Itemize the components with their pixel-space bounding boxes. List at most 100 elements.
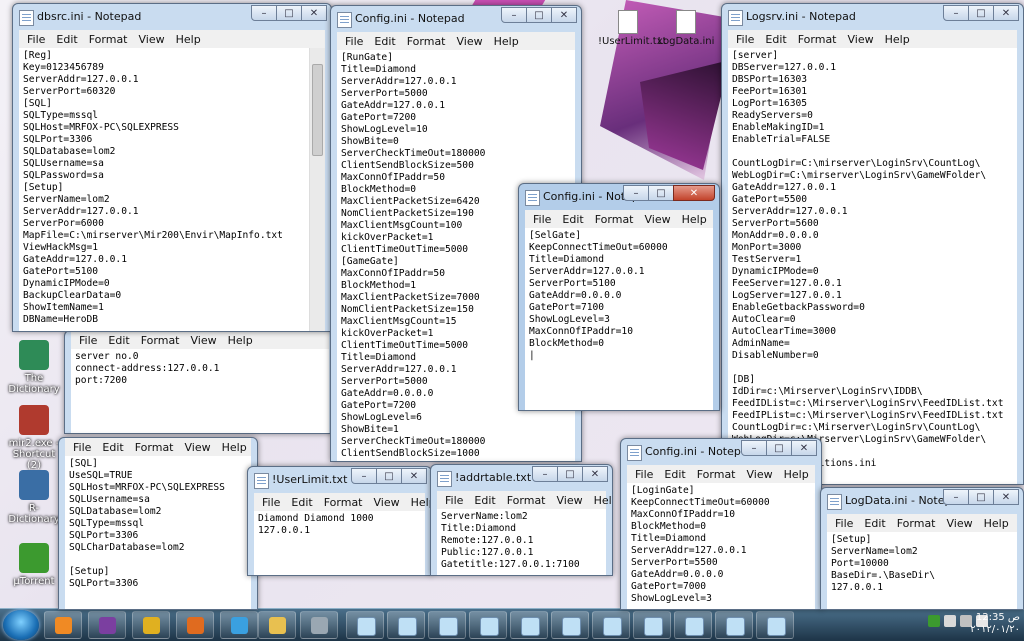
menu-file[interactable]: File — [262, 496, 280, 509]
menu-edit[interactable]: Edit — [108, 334, 129, 347]
desktop-file-userlimit[interactable]: !UserLimit.txt — [598, 10, 667, 47]
menu-format[interactable]: Format — [697, 468, 736, 481]
notepad-window-dbsrc[interactable]: dbsrc.ini - Notepad – □ ✕ File Edit Format… — [12, 3, 332, 332]
menu-format[interactable]: Format — [897, 517, 936, 530]
menu-view[interactable]: View — [557, 494, 583, 507]
menu-format[interactable]: Format — [324, 496, 363, 509]
maximize-button[interactable]: □ — [648, 185, 674, 201]
minimize-button[interactable]: – — [741, 440, 767, 456]
menu-file[interactable]: File — [736, 33, 754, 46]
notepad-window-config2[interactable]: Config.ini - Notep... – □ ✕ File Edit Form… — [518, 183, 720, 411]
taskbar-button[interactable] — [258, 611, 296, 639]
minimize-button[interactable]: – — [251, 5, 277, 21]
taskbar-button[interactable] — [220, 611, 258, 639]
text-editor[interactable]: ServerName:lom2 Title:Diamond Remote:127… — [437, 509, 606, 575]
taskbar-button[interactable] — [44, 611, 82, 639]
taskbar-notepad-instance[interactable] — [510, 611, 548, 639]
minimize-button[interactable]: – — [351, 468, 377, 484]
desktop-shortcut[interactable]: µTorrent — [6, 543, 62, 587]
menu-edit[interactable]: Edit — [562, 213, 583, 226]
taskbar-notepad-instance[interactable] — [715, 611, 753, 639]
menu-edit[interactable]: Edit — [374, 35, 395, 48]
window-titlebar[interactable]: !addrtable.txt - ... – □ ✕ — [431, 465, 612, 491]
window-titlebar[interactable]: Config.ini - Notep... – □ ✕ — [519, 184, 719, 210]
menu-view[interactable]: View — [185, 441, 211, 454]
menu-help[interactable]: Help — [411, 496, 431, 509]
close-button[interactable]: ✕ — [301, 5, 327, 21]
menu-view[interactable]: View — [947, 517, 973, 530]
menu-help[interactable]: Help — [784, 468, 809, 481]
taskbar-notepad-instance[interactable] — [633, 611, 671, 639]
close-button[interactable]: ✕ — [401, 468, 427, 484]
vertical-scrollbar[interactable] — [309, 48, 325, 331]
minimize-button[interactable]: – — [623, 185, 649, 201]
close-button[interactable]: ✕ — [993, 5, 1019, 21]
maximize-button[interactable]: □ — [968, 489, 994, 505]
close-button[interactable]: ✕ — [582, 466, 608, 482]
desktop-shortcut[interactable]: mir2.exe - Shortcut (2) — [6, 405, 62, 471]
menu-file[interactable]: File — [345, 35, 363, 48]
taskbar-notepad-instance[interactable] — [674, 611, 712, 639]
menu-help[interactable]: Help — [594, 494, 612, 507]
taskbar-notepad-instance[interactable] — [387, 611, 425, 639]
window-titlebar[interactable]: LogData.ini - Notepad – □ ✕ — [821, 488, 1023, 514]
text-editor[interactable]: [server] DBServer=127.0.0.1 DBSPort=1630… — [728, 48, 1017, 484]
maximize-button[interactable]: □ — [968, 5, 994, 21]
menu-format[interactable]: Format — [595, 213, 634, 226]
taskbar-notepad-instance[interactable] — [592, 611, 630, 639]
menu-view[interactable]: View — [457, 35, 483, 48]
notepad-window-addrtable[interactable]: !addrtable.txt - ... – □ ✕ File Edit Forma… — [430, 464, 613, 576]
menu-view[interactable]: View — [374, 496, 400, 509]
menu-help[interactable]: Help — [228, 334, 253, 347]
minimize-button[interactable]: – — [501, 7, 527, 23]
tray-network-icon[interactable] — [944, 615, 956, 627]
menu-format[interactable]: Format — [141, 334, 180, 347]
menu-edit[interactable]: Edit — [664, 468, 685, 481]
maximize-button[interactable]: □ — [276, 5, 302, 21]
maximize-button[interactable]: □ — [766, 440, 792, 456]
notepad-window-logsrv[interactable]: Logsrv.ini - Notepad – □ ✕ File Edit Forma… — [721, 3, 1024, 485]
minimize-button[interactable]: – — [943, 5, 969, 21]
menu-file[interactable]: File — [635, 468, 653, 481]
menu-view[interactable]: View — [191, 334, 217, 347]
taskbar-button[interactable] — [300, 611, 338, 639]
text-editor[interactable]: Diamond Diamond 1000 127.0.0.1 — [254, 511, 425, 575]
taskbar-notepad-instance[interactable] — [756, 611, 794, 639]
notepad-window-userlimit[interactable]: !UserLimit.txt - ... – □ ✕ File Edit Forma… — [247, 466, 432, 576]
menu-view[interactable]: View — [747, 468, 773, 481]
text-editor[interactable]: [Reg] Key=0123456789 ServerAddr=127.0.0.… — [19, 48, 325, 331]
menu-format[interactable]: Format — [89, 33, 128, 46]
text-editor[interactable]: [SQL] UseSQL=TRUE SQLHost=MRFOX-PC\SQLEX… — [65, 456, 251, 609]
menu-file[interactable]: File — [533, 213, 551, 226]
menu-help[interactable]: Help — [682, 213, 707, 226]
taskbar-clock[interactable]: 12:35 ص ٢٠١٢/٠١/٢٠ — [970, 612, 1020, 636]
notepad-window-config3[interactable]: Config.ini - Notep – □ ✕ File Edit Format V… — [620, 438, 822, 610]
desktop-shortcut[interactable]: R- Dictionary — [6, 470, 62, 525]
maximize-button[interactable]: □ — [557, 466, 583, 482]
taskbar-button[interactable] — [176, 611, 214, 639]
notepad-window-server[interactable]: File Edit Format View Help server no.0 conne… — [64, 330, 336, 434]
taskbar-button[interactable] — [132, 611, 170, 639]
taskbar-button[interactable] — [88, 611, 126, 639]
text-editor[interactable]: server no.0 connect-address:127.0.0.1 po… — [71, 349, 329, 433]
menu-file[interactable]: File — [835, 517, 853, 530]
menu-format[interactable]: Format — [135, 441, 174, 454]
menu-view[interactable]: View — [645, 213, 671, 226]
taskbar-notepad-instance[interactable] — [428, 611, 466, 639]
start-button[interactable] — [3, 610, 39, 640]
window-titlebar[interactable]: Logsrv.ini - Notepad – □ ✕ — [722, 4, 1023, 30]
close-button[interactable]: ✕ — [791, 440, 817, 456]
tray-torrent-icon[interactable] — [928, 615, 940, 627]
taskbar-notepad-instance[interactable] — [551, 611, 589, 639]
notepad-window-sql[interactable]: File Edit Format View Help [SQL] UseSQL=TRUE… — [58, 437, 258, 610]
minimize-button[interactable]: – — [943, 489, 969, 505]
menu-file[interactable]: File — [73, 441, 91, 454]
menu-help[interactable]: Help — [984, 517, 1009, 530]
minimize-button[interactable]: – — [532, 466, 558, 482]
window-titlebar[interactable]: Config.ini - Notep – □ ✕ — [621, 439, 821, 465]
menu-view[interactable]: View — [848, 33, 874, 46]
desktop-file-logdata[interactable]: LogData.ini — [656, 10, 716, 47]
menu-file[interactable]: File — [79, 334, 97, 347]
maximize-button[interactable]: □ — [376, 468, 402, 484]
menu-help[interactable]: Help — [494, 35, 519, 48]
